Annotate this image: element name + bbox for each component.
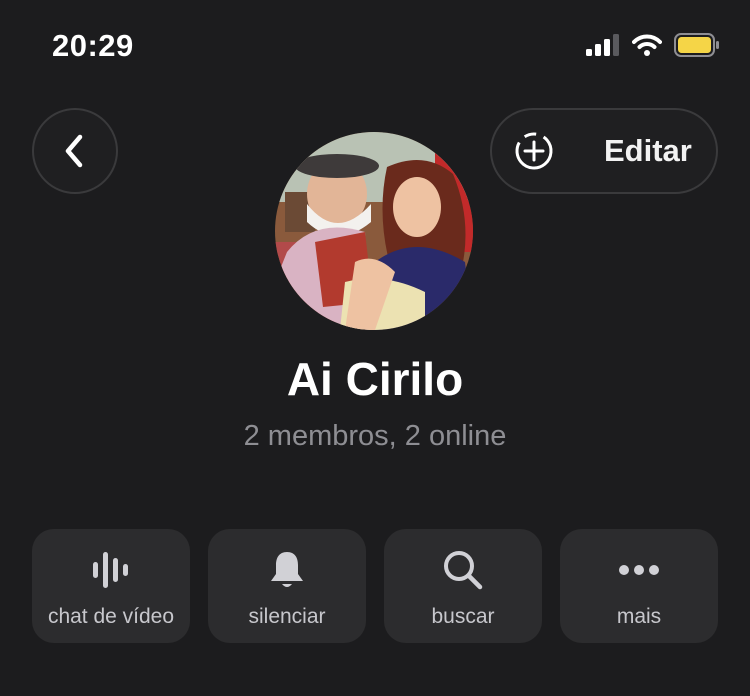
cellular-signal-icon [586, 34, 619, 56]
group-member-status: 2 membros, 2 online [243, 420, 507, 452]
video-chat-label: chat de vídeo [47, 605, 175, 628]
wifi-icon [632, 34, 662, 56]
action-bar: chat de vídeo silenciar buscar mais [32, 529, 718, 643]
search-label: buscar [431, 605, 495, 628]
group-name: Ai Cirilo [286, 353, 464, 405]
more-button[interactable]: mais [560, 529, 718, 643]
add-circle-dashed-icon [514, 131, 554, 171]
chevron-left-icon [65, 134, 83, 168]
status-time: 20:29 [52, 28, 134, 63]
voice-wave-icon [91, 549, 131, 591]
edit-button[interactable]: Editar [490, 108, 718, 194]
more-label: mais [616, 605, 662, 628]
search-button[interactable]: buscar [384, 529, 542, 643]
more-dots-icon [617, 549, 661, 591]
edit-label: Editar [604, 133, 692, 168]
video-chat-button[interactable]: chat de vídeo [32, 529, 190, 643]
search-icon [442, 549, 484, 591]
mute-button[interactable]: silenciar [208, 529, 366, 643]
status-bar: 20:29 [0, 0, 750, 90]
bell-icon [268, 549, 306, 591]
mute-label: silenciar [248, 605, 326, 628]
back-button[interactable] [32, 108, 118, 194]
status-icons [586, 32, 720, 58]
group-avatar[interactable] [275, 132, 473, 330]
battery-icon [674, 33, 719, 57]
